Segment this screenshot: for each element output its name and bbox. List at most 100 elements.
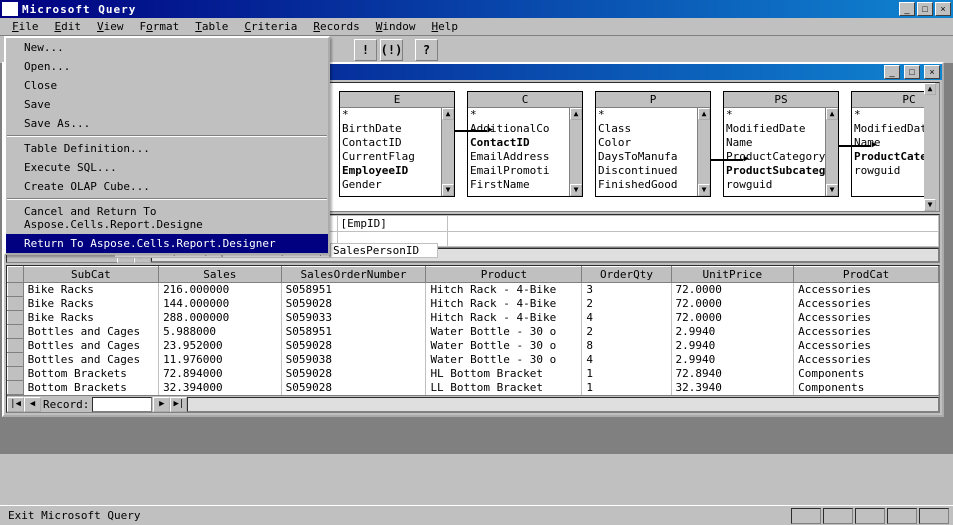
cell[interactable]: Bottles and Cages: [23, 339, 158, 353]
child-minimize[interactable]: _: [884, 65, 900, 79]
cell[interactable]: S059028: [281, 367, 426, 381]
field-item[interactable]: FirstName: [468, 178, 582, 192]
field-item[interactable]: Class: [596, 122, 710, 136]
minimize-button[interactable]: _: [899, 2, 915, 16]
cell[interactable]: 2.9940: [671, 353, 794, 367]
field-item[interactable]: AdditionalCo: [468, 122, 582, 136]
menu-format[interactable]: Format: [132, 18, 188, 35]
field-item[interactable]: ModifiedDate: [724, 122, 838, 136]
row-selector[interactable]: [8, 297, 24, 311]
cell[interactable]: S059028: [281, 297, 426, 311]
table-vscroll[interactable]: ▲▼: [825, 108, 838, 196]
criteria-cell[interactable]: [447, 232, 939, 247]
cell[interactable]: S059033: [281, 311, 426, 325]
field-item[interactable]: Color: [596, 136, 710, 150]
cell[interactable]: S059028: [281, 339, 426, 353]
cell[interactable]: Water Bottle - 30 o: [426, 325, 582, 339]
field-item[interactable]: Gender: [340, 178, 454, 192]
cell[interactable]: 8: [582, 339, 671, 353]
tool-run[interactable]: (!): [380, 39, 403, 61]
column-header[interactable]: Sales: [159, 267, 282, 283]
menu-saveas[interactable]: Save As...: [6, 114, 328, 133]
cell[interactable]: S058951: [281, 283, 426, 297]
menu-cancel-return[interactable]: Cancel and Return To Aspose.Cells.Report…: [6, 202, 328, 234]
criteria-field-cell[interactable]: SalesPersonID: [330, 243, 438, 258]
menu-execsql[interactable]: Execute SQL...: [6, 158, 328, 177]
field-item[interactable]: *: [724, 108, 838, 122]
cell[interactable]: Accessories: [794, 353, 939, 367]
cell[interactable]: Accessories: [794, 311, 939, 325]
row-selector[interactable]: [8, 381, 24, 395]
field-item[interactable]: *: [340, 108, 454, 122]
join-line-3[interactable]: [839, 145, 871, 147]
tool-help[interactable]: ?: [415, 39, 438, 61]
cell[interactable]: 11.976000: [159, 353, 282, 367]
row-selector[interactable]: [8, 339, 24, 353]
column-header[interactable]: OrderQty: [582, 267, 671, 283]
cell[interactable]: Bottles and Cages: [23, 353, 158, 367]
cell[interactable]: Water Bottle - 30 o: [426, 339, 582, 353]
field-item[interactable]: ProductCategory: [724, 150, 838, 164]
tables-vscroll[interactable]: ▲▼: [924, 83, 939, 211]
cell[interactable]: Accessories: [794, 283, 939, 297]
tool-exclaim[interactable]: !: [354, 39, 377, 61]
field-item[interactable]: DaysToManufa: [596, 150, 710, 164]
cell[interactable]: Components: [794, 381, 939, 395]
table-header[interactable]: PS: [724, 92, 838, 108]
cell[interactable]: 2: [582, 325, 671, 339]
table-vscroll[interactable]: ▲▼: [441, 108, 454, 196]
cell[interactable]: Bottom Brackets: [23, 381, 158, 395]
menu-tabledef[interactable]: Table Definition...: [6, 139, 328, 158]
cell[interactable]: 144.000000: [159, 297, 282, 311]
child-close[interactable]: ×: [924, 65, 940, 79]
cell[interactable]: Hitch Rack - 4-Bike: [426, 311, 582, 325]
field-item[interactable]: FinishedGood: [596, 178, 710, 192]
cell[interactable]: 72.0000: [671, 297, 794, 311]
menu-criteria[interactable]: Criteria: [236, 18, 305, 35]
menu-help[interactable]: Help: [423, 18, 466, 35]
cell[interactable]: 32.394000: [159, 381, 282, 395]
menu-window[interactable]: Window: [368, 18, 424, 35]
field-item[interactable]: Name: [724, 136, 838, 150]
menu-open[interactable]: Open...: [6, 57, 328, 76]
cell[interactable]: 288.000000: [159, 311, 282, 325]
close-button[interactable]: ×: [935, 2, 951, 16]
column-header[interactable]: SalesOrderNumber: [281, 267, 426, 283]
menu-return[interactable]: Return To Aspose.Cells.Report.Designer: [6, 234, 328, 253]
cell[interactable]: S058951: [281, 325, 426, 339]
child-maximize[interactable]: □: [904, 65, 920, 79]
cell[interactable]: 2.9940: [671, 325, 794, 339]
join-line-2[interactable]: [711, 159, 743, 161]
maximize-button[interactable]: □: [917, 2, 933, 16]
table-C[interactable]: C*AdditionalCoContactIDEmailAddressEmail…: [467, 91, 583, 197]
menu-save[interactable]: Save: [6, 95, 328, 114]
menu-new[interactable]: New...: [6, 38, 328, 57]
menu-records[interactable]: Records: [305, 18, 367, 35]
row-selector[interactable]: [8, 353, 24, 367]
menu-olap[interactable]: Create OLAP Cube...: [6, 177, 328, 196]
cell[interactable]: Bike Racks: [23, 297, 158, 311]
cell[interactable]: Bottom Brackets: [23, 367, 158, 381]
row-selector[interactable]: [8, 311, 24, 325]
nav-first[interactable]: |◀: [7, 397, 24, 412]
cell[interactable]: Components: [794, 367, 939, 381]
menu-table[interactable]: Table: [187, 18, 236, 35]
table-vscroll[interactable]: ▲▼: [697, 108, 710, 196]
join-line-1[interactable]: [455, 130, 487, 132]
nav-next[interactable]: ▶: [153, 397, 170, 412]
field-item[interactable]: CurrentFlag: [340, 150, 454, 164]
cell[interactable]: 4: [582, 353, 671, 367]
field-item[interactable]: BirthDate: [340, 122, 454, 136]
cell[interactable]: HL Bottom Bracket: [426, 367, 582, 381]
cell[interactable]: 1: [582, 381, 671, 395]
cell[interactable]: Hitch Rack - 4-Bike: [426, 297, 582, 311]
cell[interactable]: Accessories: [794, 297, 939, 311]
table-P[interactable]: P*ClassColorDaysToManufaDiscontinuedFini…: [595, 91, 711, 197]
cell[interactable]: S059028: [281, 381, 426, 395]
column-header[interactable]: SubCat: [23, 267, 158, 283]
cell[interactable]: Water Bottle - 30 o: [426, 353, 582, 367]
record-input[interactable]: [92, 397, 152, 412]
menu-edit[interactable]: Edit: [47, 18, 90, 35]
cell[interactable]: LL Bottom Bracket: [426, 381, 582, 395]
criteria-cell[interactable]: [EmpID]: [337, 216, 447, 232]
